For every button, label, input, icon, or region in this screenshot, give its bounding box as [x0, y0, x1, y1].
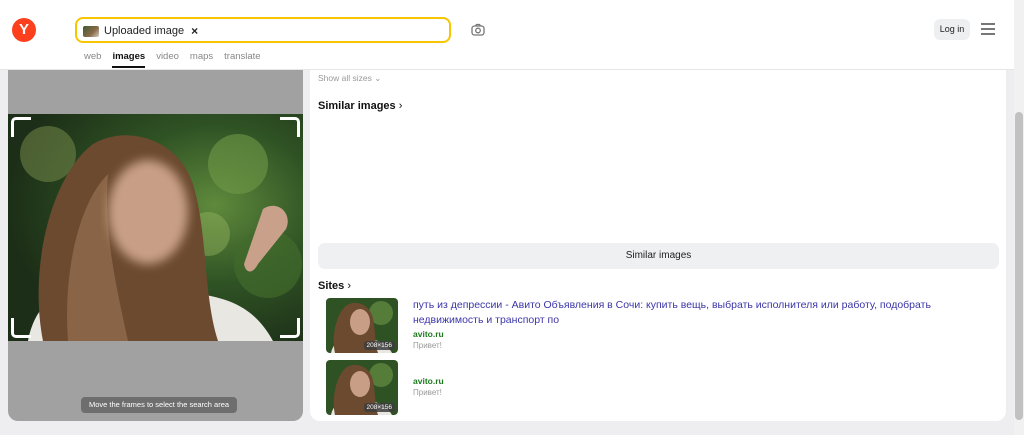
tab-web[interactable]: web [84, 51, 101, 62]
frame-handle-top-left[interactable] [11, 117, 31, 137]
frame-handle-bottom-left[interactable] [11, 318, 31, 338]
tab-video[interactable]: video [156, 51, 179, 62]
sites-heading-label: Sites [318, 280, 345, 292]
site-domain-link[interactable]: avito.ru [413, 376, 444, 386]
site-result[interactable]: 208×156 путь из депрессии - Авито Объявл… [326, 298, 986, 353]
similar-images-button[interactable]: Similar images [318, 243, 999, 269]
yandex-logo[interactable]: Y [12, 18, 36, 42]
query-photo[interactable] [8, 114, 303, 341]
tab-images[interactable]: images [112, 51, 145, 68]
site-snippet: Привет! [413, 341, 442, 350]
chevron-right-icon: › [398, 100, 403, 112]
site-thumbnail[interactable]: 208×156 [326, 360, 398, 415]
search-tabs: web images video maps translate [84, 51, 261, 68]
similar-images-heading-label: Similar images [318, 100, 396, 112]
site-title-link[interactable]: путь из депрессии - Авито Объявления в С… [413, 298, 973, 328]
chevron-right-icon: › [347, 280, 352, 292]
uploaded-image-thumbnail [83, 25, 99, 37]
show-all-sizes-label: Show all sizes [318, 73, 372, 83]
uploaded-image-chip[interactable]: Uploaded image × [83, 22, 198, 40]
close-icon[interactable]: × [191, 24, 198, 38]
site-thumbnail[interactable]: 208×156 [326, 298, 398, 353]
scrollbar-thumb[interactable] [1015, 112, 1023, 420]
camera-search-icon[interactable] [470, 22, 486, 38]
site-result[interactable]: 208×156 avito.ru Привет! [326, 360, 986, 415]
header: Y Uploaded image × web images video maps… [0, 0, 1014, 70]
chevron-down-icon: ⌄ [374, 73, 382, 83]
selection-hint: Move the frames to select the search are… [81, 397, 238, 413]
thumbnail-dimensions: 208×156 [363, 341, 395, 350]
show-all-sizes-link[interactable]: Show all sizes ⌄ [318, 73, 381, 84]
image-preview-panel: Move the frames to select the search are… [8, 70, 303, 421]
login-button[interactable]: Log in [934, 19, 970, 40]
query-photo-image [8, 114, 303, 341]
tab-maps[interactable]: maps [190, 51, 213, 62]
frame-handle-top-right[interactable] [280, 117, 300, 137]
frame-handle-bottom-right[interactable] [280, 318, 300, 338]
thumbnail-dimensions: 208×156 [363, 403, 395, 412]
hamburger-menu-icon[interactable] [981, 23, 995, 35]
site-snippet: Привет! [413, 388, 442, 397]
search-input[interactable]: Uploaded image × [75, 17, 451, 43]
tab-translate[interactable]: translate [224, 51, 260, 62]
chip-label: Uploaded image [104, 25, 185, 37]
results-panel: Show all sizes ⌄ Similar images › Simila… [310, 70, 1006, 421]
similar-images-heading[interactable]: Similar images › [318, 100, 402, 112]
site-domain-link[interactable]: avito.ru [413, 329, 444, 339]
sites-heading[interactable]: Sites › [318, 280, 351, 292]
